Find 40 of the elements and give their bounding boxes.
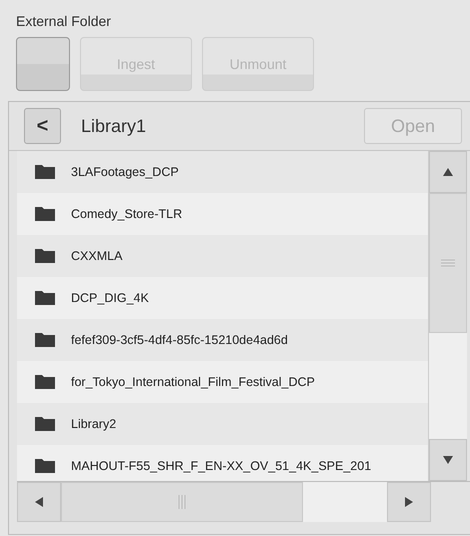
- folder-row[interactable]: DCP_DIG_4K: [17, 277, 428, 319]
- folder-icon: [34, 374, 56, 390]
- folder-row[interactable]: Comedy_Store-TLR: [17, 193, 428, 235]
- folder-name: MAHOUT-F55_SHR_F_EN-XX_OV_51_4K_SPE_201: [71, 459, 372, 473]
- folder-name: 3LAFootages_DCP: [71, 165, 179, 179]
- folder-icon: [34, 458, 56, 474]
- right-triangle-icon: [404, 496, 414, 508]
- scroll-thumb[interactable]: [61, 482, 303, 522]
- back-button[interactable]: <: [24, 108, 61, 144]
- folder-row[interactable]: CXXMLA: [17, 235, 428, 277]
- vertical-scrollbar[interactable]: [428, 151, 467, 481]
- path-label: Library1: [81, 116, 148, 136]
- folder-name: DCP_DIG_4K: [71, 291, 149, 305]
- folder-row[interactable]: for_Tokyo_International_Film_Festival_DCP: [17, 361, 428, 403]
- up-triangle-icon: [442, 167, 454, 177]
- folder-name: Library2: [71, 417, 116, 431]
- left-triangle-icon: [34, 496, 44, 508]
- folder-name: CXXMLA: [71, 249, 122, 263]
- folder-row[interactable]: 3LAFootages_DCP: [17, 151, 428, 193]
- scroll-right-button[interactable]: [387, 482, 431, 522]
- scroll-left-button[interactable]: [17, 482, 61, 522]
- folder-icon: [34, 290, 56, 306]
- folder-name: for_Tokyo_International_Film_Festival_DCP: [71, 375, 315, 389]
- folder-icon: [34, 164, 56, 180]
- section-title: External Folder: [16, 13, 112, 29]
- folder-row[interactable]: fefef309-3cf5-4df4-85fc-15210de4ad6d: [17, 319, 428, 361]
- folder-icon: [34, 332, 56, 348]
- scroll-down-button[interactable]: [429, 439, 467, 481]
- blank-button[interactable]: [16, 37, 70, 91]
- down-triangle-icon: [442, 455, 454, 465]
- folder-name: fefef309-3cf5-4df4-85fc-15210de4ad6d: [71, 333, 288, 347]
- folder-icon: [34, 206, 56, 222]
- horizontal-scrollbar[interactable]: [17, 481, 470, 522]
- scroll-thumb[interactable]: [429, 193, 467, 333]
- folder-row[interactable]: MAHOUT-F55_SHR_F_EN-XX_OV_51_4K_SPE_201: [17, 445, 428, 481]
- folder-row[interactable]: Library2: [17, 403, 428, 445]
- folder-name: Comedy_Store-TLR: [71, 207, 182, 221]
- folder-icon: [34, 416, 56, 432]
- scroll-up-button[interactable]: [429, 151, 467, 193]
- folder-icon: [34, 248, 56, 264]
